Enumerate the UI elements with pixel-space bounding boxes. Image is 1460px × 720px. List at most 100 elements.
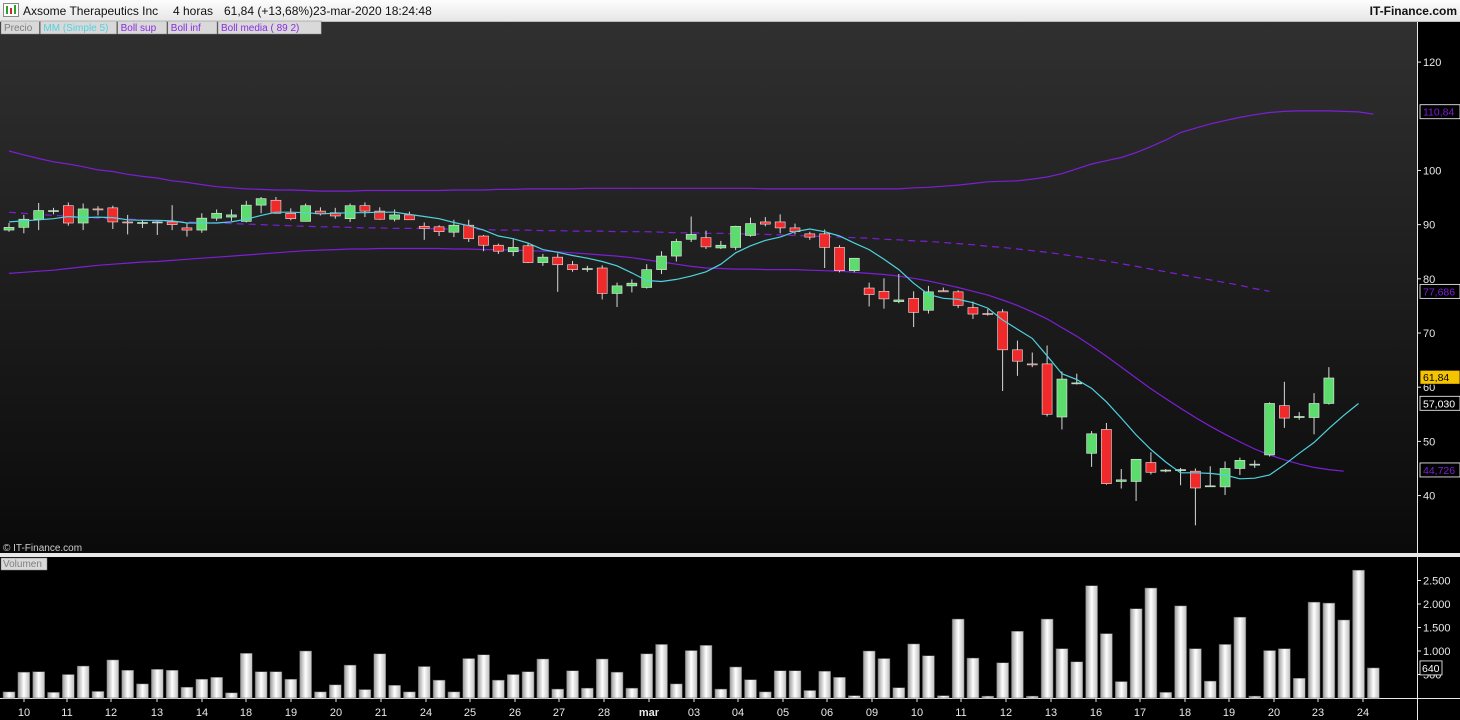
volume-bar <box>210 677 223 699</box>
candle-body <box>1234 460 1246 469</box>
volume-bar <box>1322 602 1336 699</box>
volume-bar <box>1174 605 1187 699</box>
candle-body <box>1101 429 1112 484</box>
candle-body <box>1308 403 1320 418</box>
volume-bar <box>640 653 653 699</box>
x-tick-label: 18 <box>240 707 252 719</box>
volume-bar <box>195 678 209 699</box>
volume-bar <box>432 679 446 699</box>
price-volume-chart[interactable]: 120100908070605040Precio MM (Simple 5) Bol… <box>0 0 1460 720</box>
candle-body <box>1279 405 1290 419</box>
candle-body <box>507 247 519 253</box>
price-badge-label: 77,686 <box>1423 286 1455 298</box>
x-tick-label: 11 <box>61 707 72 719</box>
candle-body <box>1012 349 1023 362</box>
candle-body <box>552 256 564 266</box>
volume-bar <box>91 691 105 699</box>
candle-body <box>982 313 994 315</box>
volume-bar <box>225 692 238 699</box>
volume-bar <box>240 653 253 699</box>
candle-body <box>493 244 504 252</box>
volume-bar <box>788 670 802 699</box>
candle <box>730 225 741 251</box>
volume-bar <box>1337 619 1350 699</box>
volume-bar <box>1292 678 1306 699</box>
volume-bar <box>180 686 194 699</box>
legend-label: Boll inf <box>171 23 201 34</box>
candle-body <box>418 225 430 229</box>
x-tick-label: 05 <box>777 707 789 719</box>
candle-body <box>1323 377 1335 404</box>
volume-bar <box>610 671 624 699</box>
candle-body <box>1219 468 1231 488</box>
volume-bar <box>625 687 639 699</box>
candle-body <box>1293 416 1305 418</box>
candle-body <box>137 222 148 224</box>
volume-bar <box>1263 650 1276 699</box>
x-tick-label: 24 <box>420 707 432 719</box>
candle-body <box>359 205 371 212</box>
candle-body <box>715 244 727 249</box>
candle-body <box>77 208 89 224</box>
volume-bar <box>818 670 831 699</box>
volume-bar <box>106 659 120 699</box>
x-tick-label: 11 <box>955 707 966 719</box>
candle-body <box>3 227 15 231</box>
price-badge-label: 110,84 <box>1423 107 1454 119</box>
volume-bar <box>1307 601 1321 699</box>
x-tick-label: 10 <box>18 707 30 719</box>
volume-bar <box>1189 648 1202 699</box>
volume-bar <box>1367 667 1380 699</box>
volume-bar <box>492 679 505 699</box>
candle-body <box>878 290 890 300</box>
volume-bar <box>76 665 90 699</box>
volume-bar <box>655 644 668 699</box>
volume-bar <box>1352 569 1365 699</box>
x-tick-label: 20 <box>330 707 342 719</box>
volume-bar <box>2 691 16 699</box>
candle-body <box>478 235 489 246</box>
candle-body <box>48 210 59 212</box>
x-tick-label: 12 <box>1000 707 1012 719</box>
candle-body <box>389 214 400 220</box>
volume-bar <box>1040 618 1054 699</box>
candle-body <box>700 237 712 248</box>
volume-bar <box>581 687 594 699</box>
candle-body <box>122 221 133 224</box>
volume-bar <box>269 671 283 699</box>
volume-bar <box>1085 585 1098 699</box>
volume-bar <box>759 691 772 699</box>
x-tick-label: 17 <box>1134 707 1146 719</box>
candle <box>1264 402 1275 457</box>
legend-label: Boll sup <box>121 23 157 34</box>
volume-bar <box>536 658 550 699</box>
volume-bar <box>254 671 268 699</box>
candle <box>63 202 74 226</box>
price-badge-label: 61,84 <box>1423 372 1449 384</box>
x-tick-label: 19 <box>1223 707 1235 719</box>
volume-bar <box>566 670 579 699</box>
candle-body <box>671 241 682 257</box>
volume-bar <box>329 684 342 699</box>
volume-tick-label: 1.000 <box>1423 646 1451 658</box>
volume-bar <box>47 692 60 699</box>
x-tick-label: 16 <box>1090 707 1102 719</box>
volume-bar <box>1070 661 1084 699</box>
candle-body <box>285 212 297 219</box>
volume-bar <box>1159 692 1172 699</box>
candle-body <box>1190 470 1201 489</box>
x-tick-label: 27 <box>553 707 565 719</box>
volume-bar <box>670 683 683 699</box>
volume-bar <box>358 689 372 699</box>
volume-bar <box>1129 608 1143 699</box>
volume-bar <box>981 695 995 699</box>
volume-bar <box>1248 695 1261 699</box>
candle-body <box>255 198 267 206</box>
x-tick-label: 26 <box>509 707 521 719</box>
price-tick-label: 100 <box>1423 165 1441 177</box>
volume-bar <box>284 678 298 699</box>
volume-bar <box>403 691 416 699</box>
candle-body <box>33 210 44 220</box>
candle-body <box>834 247 845 272</box>
legend-label: MM (Simple 5) <box>43 23 108 34</box>
